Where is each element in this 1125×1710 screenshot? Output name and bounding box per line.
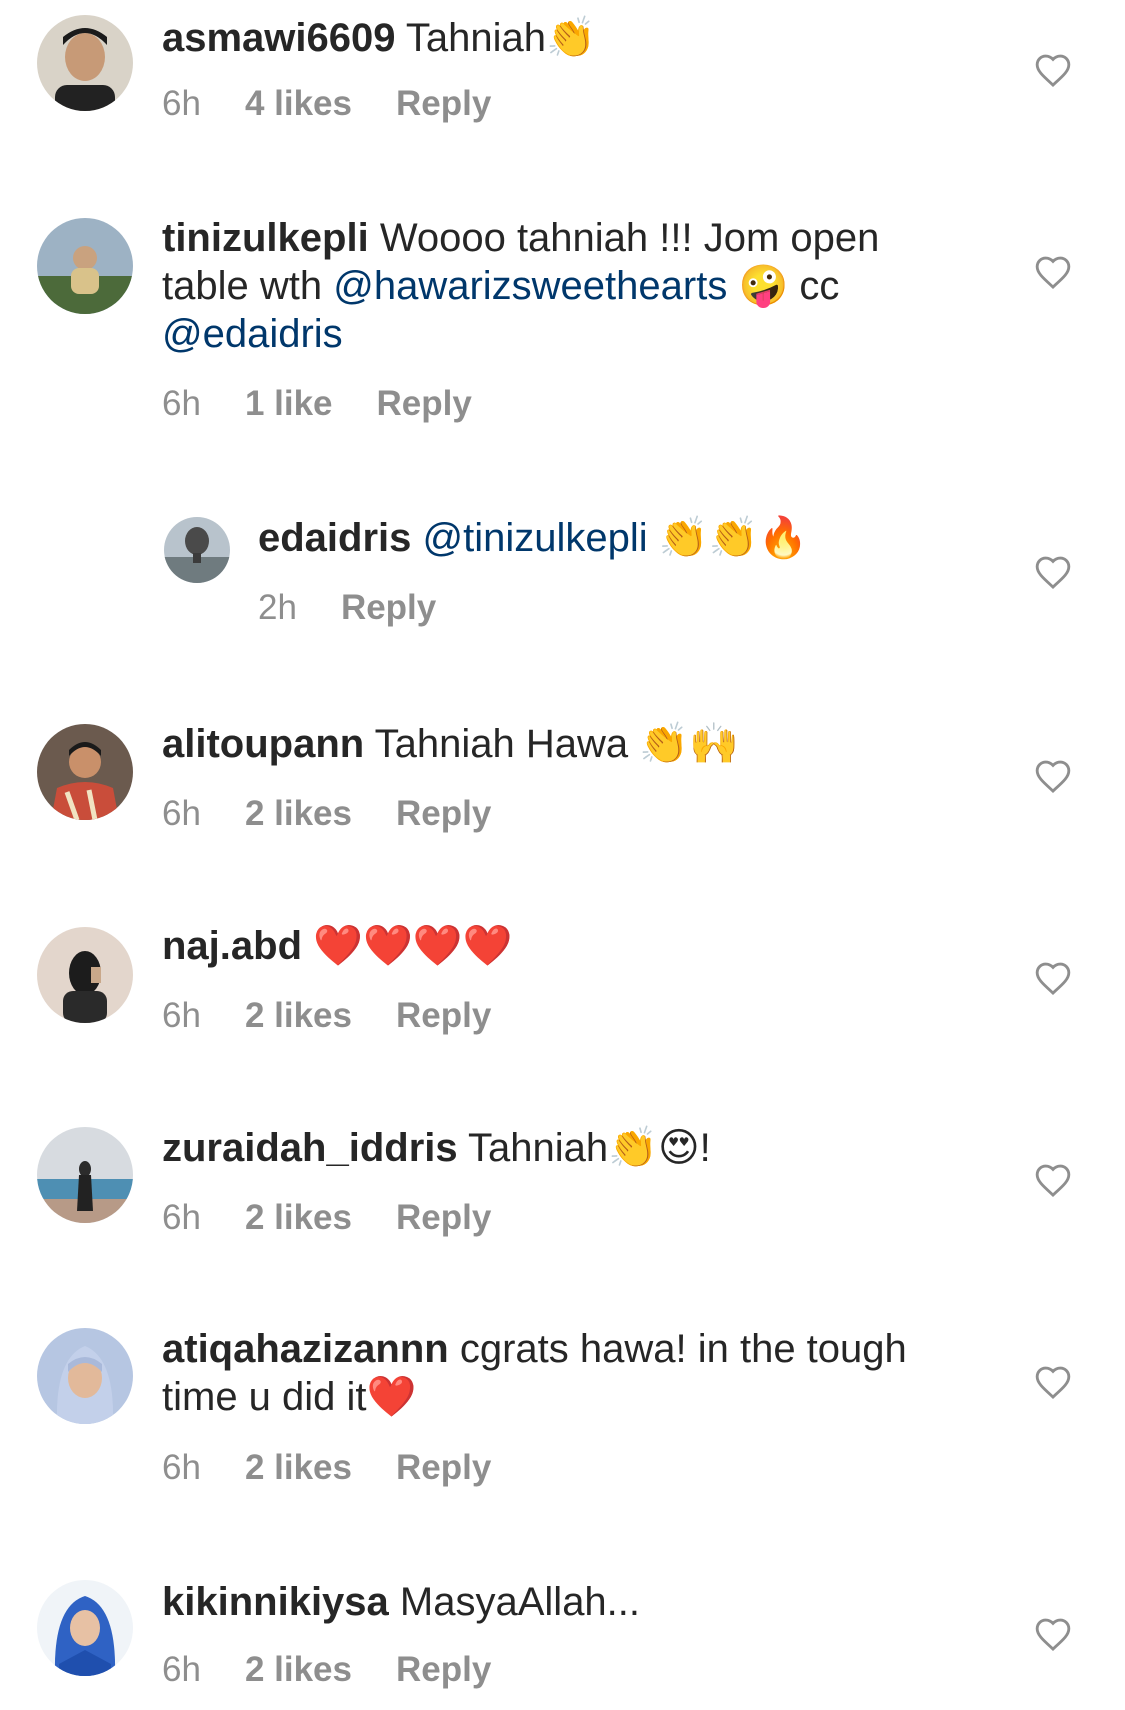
comment-meta: 6h 2 likes Reply	[162, 1198, 535, 1238]
comment-likes[interactable]: 2 likes	[245, 794, 352, 834]
reply-button[interactable]: Reply	[396, 1650, 491, 1690]
comment-message: Tahniah Hawa 👏🙌	[374, 722, 739, 766]
comment-message: Tahniah👏	[405, 16, 596, 60]
comment-message: 🤪 cc	[727, 264, 840, 308]
avatar[interactable]	[164, 517, 230, 583]
heart-outline-icon[interactable]	[1034, 554, 1072, 590]
comment-likes[interactable]: 2 likes	[245, 1650, 352, 1690]
comment-message: 👏👏🔥	[647, 516, 809, 560]
comment-message: Tahniah👏😍!	[468, 1126, 711, 1170]
reply-button[interactable]: Reply	[377, 384, 472, 424]
heart-outline-icon[interactable]	[1034, 52, 1072, 88]
comment-meta: 2h Reply	[258, 588, 480, 628]
comment-username[interactable]: edaidris	[258, 516, 411, 560]
comment-message: ❤️❤️❤️❤️	[313, 924, 513, 968]
avatar[interactable]	[37, 15, 133, 111]
comment-time: 6h	[162, 1198, 201, 1237]
comment-time: 2h	[258, 588, 297, 627]
reply-button[interactable]: Reply	[341, 588, 436, 628]
comment-text: asmawi6609 Tahniah👏	[162, 14, 962, 62]
comment-username[interactable]: asmawi6609	[162, 16, 396, 60]
reply-button[interactable]: Reply	[396, 794, 491, 834]
heart-outline-icon[interactable]	[1034, 960, 1072, 996]
comment-text: kikinnikiysa MasyaAllah...	[162, 1578, 962, 1626]
comment-text: edaidris @tinizulkepli 👏👏🔥	[258, 514, 1058, 562]
avatar[interactable]	[37, 927, 133, 1023]
comment-time: 6h	[162, 996, 201, 1035]
comment-text: alitoupann Tahniah Hawa 👏🙌	[162, 720, 962, 768]
comment-text: atiqahazizannn cgrats hawa! in the tough…	[162, 1325, 962, 1421]
avatar[interactable]	[37, 1127, 133, 1223]
comment-meta: 6h 2 likes Reply	[162, 996, 535, 1036]
comment-likes[interactable]: 2 likes	[245, 1448, 352, 1488]
heart-outline-icon[interactable]	[1034, 254, 1072, 290]
comment-username[interactable]: naj.abd	[162, 924, 302, 968]
comment-username[interactable]: tinizulkepli	[162, 216, 369, 260]
comment-time: 6h	[162, 1650, 201, 1689]
avatar[interactable]	[37, 724, 133, 820]
comment-meta: 6h 4 likes Reply	[162, 84, 535, 124]
comment-username[interactable]: kikinnikiysa	[162, 1580, 389, 1624]
heart-outline-icon[interactable]	[1034, 1162, 1072, 1198]
comment-text: tinizulkepli Woooo tahniah !!! Jom open …	[162, 214, 962, 358]
heart-outline-icon[interactable]	[1034, 1616, 1072, 1652]
comment-time: 6h	[162, 384, 201, 423]
mention-link[interactable]: @hawarizsweethearts	[333, 264, 727, 308]
reply-button[interactable]: Reply	[396, 84, 491, 124]
comment-likes[interactable]: 2 likes	[245, 1198, 352, 1238]
reply-button[interactable]: Reply	[396, 996, 491, 1036]
comment-likes[interactable]: 4 likes	[245, 84, 352, 124]
comment-username[interactable]: atiqahazizannn	[162, 1327, 449, 1371]
reply-button[interactable]: Reply	[396, 1448, 491, 1488]
avatar[interactable]	[37, 218, 133, 314]
comment-time: 6h	[162, 1448, 201, 1487]
heart-outline-icon[interactable]	[1034, 1364, 1072, 1400]
comment-time: 6h	[162, 84, 201, 123]
comment-time: 6h	[162, 794, 201, 833]
reply-button[interactable]: Reply	[396, 1198, 491, 1238]
comment-text: zuraidah_iddris Tahniah👏😍!	[162, 1124, 962, 1172]
comment-username[interactable]: alitoupann	[162, 722, 364, 766]
comment-likes[interactable]: 2 likes	[245, 996, 352, 1036]
comment-message: MasyaAllah...	[399, 1580, 641, 1624]
comment-likes[interactable]: 1 like	[245, 384, 333, 424]
comment-text: naj.abd ❤️❤️❤️❤️	[162, 922, 962, 970]
mention-link[interactable]: @tinizulkepli	[423, 516, 648, 560]
comment-username[interactable]: zuraidah_iddris	[162, 1126, 458, 1170]
comment-meta: 6h 2 likes Reply	[162, 1448, 535, 1488]
avatar[interactable]	[37, 1580, 133, 1676]
comment-meta: 6h 2 likes Reply	[162, 1650, 535, 1690]
comment-meta: 6h 1 like Reply	[162, 384, 516, 424]
avatar[interactable]	[37, 1328, 133, 1424]
comment-meta: 6h 2 likes Reply	[162, 794, 535, 834]
mention-link[interactable]: @edaidris	[162, 312, 343, 356]
heart-outline-icon[interactable]	[1034, 758, 1072, 794]
